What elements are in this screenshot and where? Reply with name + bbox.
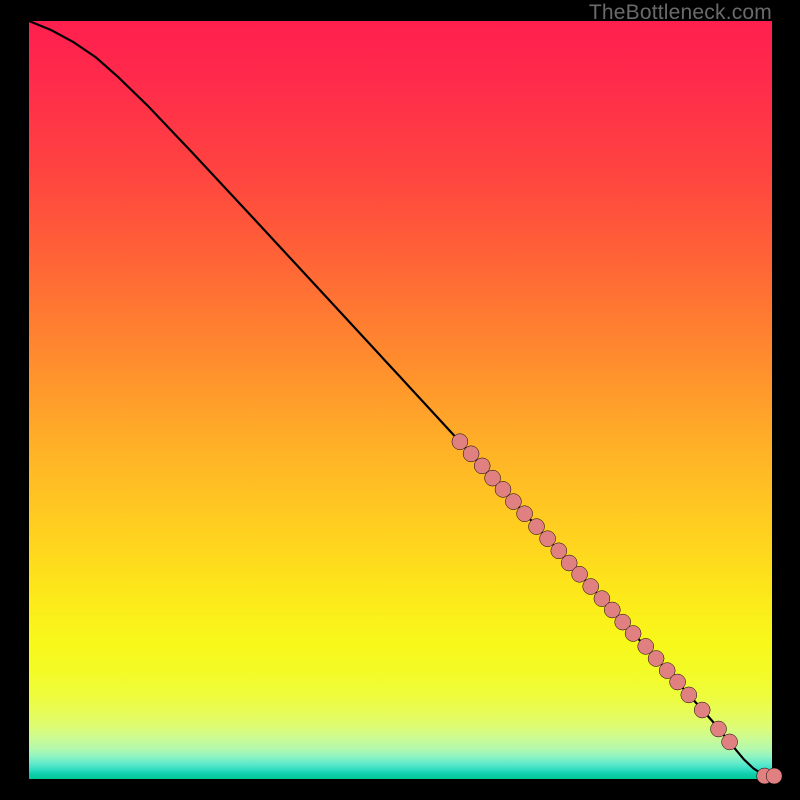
data-point xyxy=(505,494,521,510)
data-point xyxy=(711,721,727,737)
data-point xyxy=(572,566,588,582)
data-point xyxy=(670,674,686,690)
data-point xyxy=(529,519,545,535)
data-point xyxy=(722,734,738,750)
data-point xyxy=(625,626,641,642)
data-point xyxy=(583,579,599,595)
data-point xyxy=(452,434,468,450)
chart-overlay xyxy=(29,21,772,779)
data-point xyxy=(694,702,710,718)
data-point xyxy=(648,651,664,667)
data-points-group xyxy=(452,434,782,784)
watermark-text: TheBottleneck.com xyxy=(589,1,772,25)
data-point xyxy=(681,687,697,703)
chart-stage: TheBottleneck.com xyxy=(0,0,800,800)
data-point xyxy=(463,446,479,462)
data-point xyxy=(540,531,556,547)
data-point xyxy=(766,768,782,784)
data-point xyxy=(517,506,533,522)
